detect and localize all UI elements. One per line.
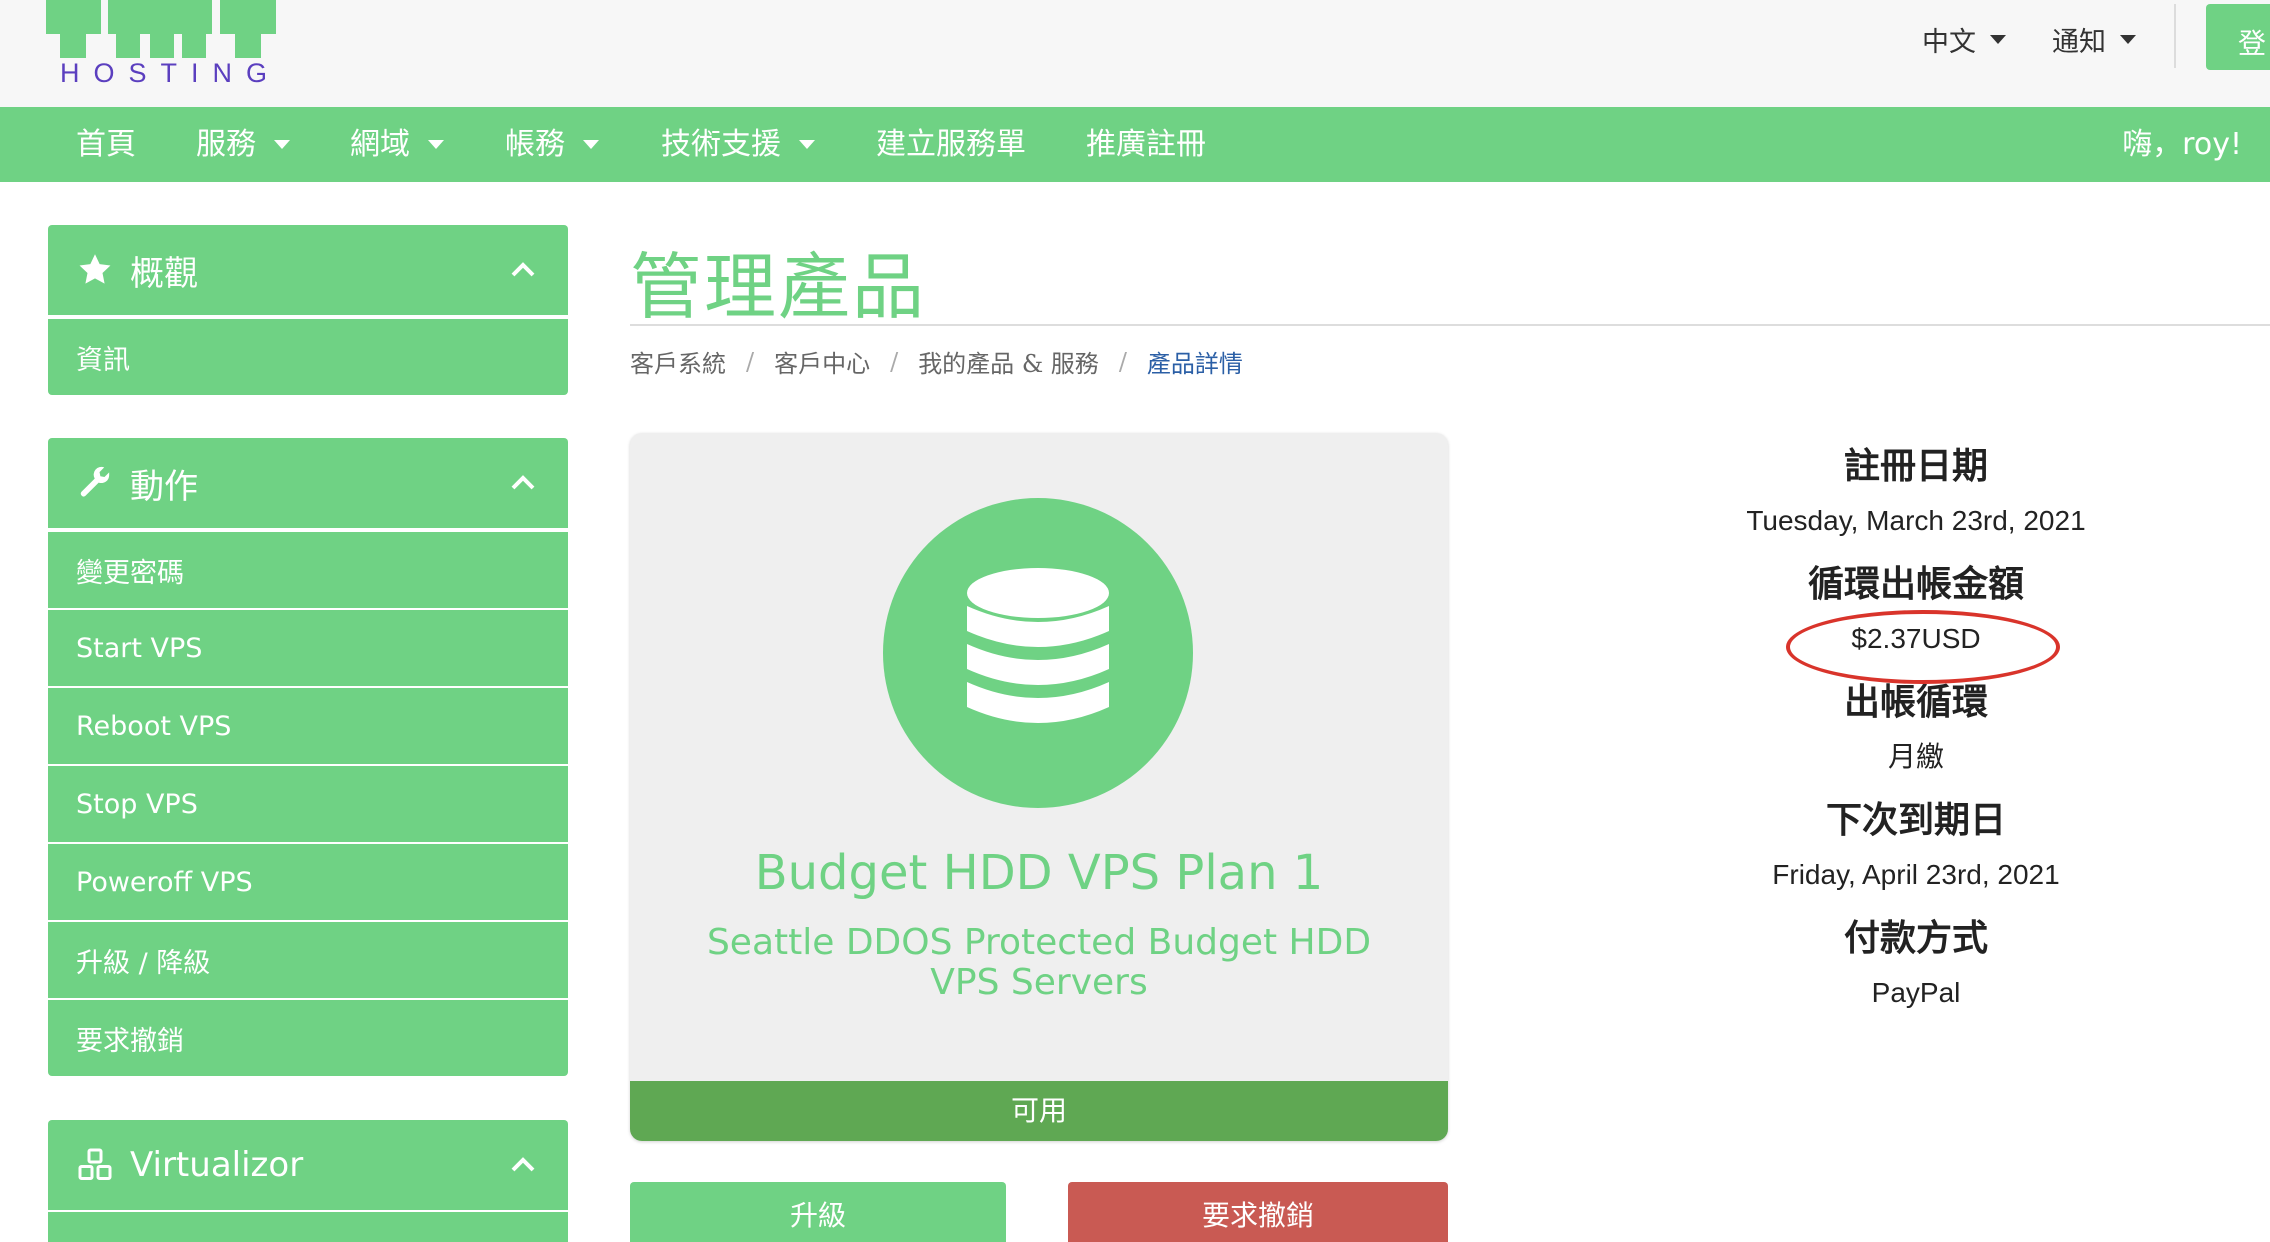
registration-date-value: Tuesday, March 23rd, 2021 [1746,505,2086,536]
site-logo[interactable]: HOSTING [46,0,276,100]
chevron-down-icon [274,140,290,149]
sidebar-item-request-cancellation[interactable]: 要求撤銷 [48,998,568,1076]
sidebar-item-reboot-vps[interactable]: Reboot VPS [48,686,568,764]
breadcrumb-my-services[interactable]: 我的產品 & 服務 [918,344,1099,379]
database-icon [967,568,1109,723]
sidebar-item-label: 資訊 [76,344,130,376]
sidebar-item-change-password[interactable]: 變更密碼 [48,530,568,608]
language-dropdown[interactable]: 中文 [1922,20,2006,59]
sidebar-item-label: 升級 / 降級 [76,947,211,979]
chevron-down-icon [799,140,815,149]
sidebar-item-start-vps[interactable]: Start VPS [48,608,568,686]
product-card: Budget HDD VPS Plan 1 Seattle DDOS Prote… [630,433,1448,1141]
chevron-down-icon [583,140,599,149]
sidebar-item-label: 要求撤銷 [76,1025,184,1057]
cubes-icon [76,1146,114,1184]
sidebar-panel-virtualizor: Virtualizor [48,1120,568,1242]
panel-title: 概觀 [130,253,198,294]
top-header: HOSTING 中文 通知 登入 [0,0,2270,107]
nav-item-label: 首頁 [76,127,136,162]
product-details: 註冊日期 Tuesday, March 23rd, 2021 循環出帳金額 $2… [1666,440,2166,1030]
sidebar-item-poweroff-vps[interactable]: Poweroff VPS [48,842,568,920]
panel-header-virtualizor[interactable]: Virtualizor [48,1120,568,1212]
panel-title: 動作 [130,466,198,507]
breadcrumb-separator: / [890,347,899,376]
status-badge: 可用 [630,1081,1448,1141]
payment-method-label: 付款方式 [1843,918,1988,959]
recurring-amount-label: 循環出帳金額 [1807,564,2024,605]
nav-item-affiliates[interactable]: 推廣註冊 [1086,107,1206,182]
nav-item-billing[interactable]: 帳務 [505,107,599,182]
notifications-dropdown[interactable]: 通知 [2052,20,2136,59]
upgrade-button[interactable]: 升級 [630,1182,1006,1242]
nav-item-label: 帳務 [505,127,565,162]
breadcrumb-client-center[interactable]: 客戶中心 [774,344,870,379]
product-icon-circle [883,498,1193,808]
breadcrumb-separator: / [1118,347,1127,376]
nav-item-services[interactable]: 服務 [196,107,290,182]
nav-item-label: 服務 [196,127,256,162]
logo-mark [46,0,276,60]
panel-title: Virtualizor [130,1145,304,1185]
payment-method-value: PayPal [1871,977,1961,1008]
nav-item-label: 建立服務單 [876,127,1026,162]
wrench-icon [76,464,114,502]
star-icon [76,251,114,289]
sidebar-item-label: Poweroff VPS [76,866,253,898]
chevron-up-icon [511,1157,535,1172]
nav-item-support[interactable]: 技術支援 [661,107,815,182]
nav-item-label: 技術支援 [661,127,781,162]
logo-text: HOSTING [60,58,282,88]
sidebar-item-label: Stop VPS [76,788,198,820]
sidebar-item-label: 變更密碼 [76,557,184,589]
page-title: 管理產品 [630,245,927,329]
main-nav: 首頁 服務 網域 帳務 技術支援 建立服務單 推廣註冊 嗨，roy! [0,107,2270,182]
nav-item-label: 網域 [350,127,410,162]
chevron-up-icon [511,475,535,490]
chevron-down-icon [1990,35,2006,44]
notifications-label: 通知 [2052,27,2106,58]
amount-highlight-annotation [1786,610,2060,684]
sidebar-item-upgrade-downgrade[interactable]: 升級 / 降級 [48,920,568,998]
panel-header-overview[interactable]: 概觀 [48,225,568,317]
user-greeting[interactable]: 嗨，roy! [2122,107,2242,182]
panel-header-actions[interactable]: 動作 [48,438,568,530]
sidebar-panel-overview: 概觀 資訊 [48,225,568,395]
sidebar-item-label: Reboot VPS [76,710,232,742]
next-due-date-value: Friday, April 23rd, 2021 [1772,859,2060,890]
title-divider [630,324,2270,326]
product-name: Budget HDD VPS Plan 1 [754,845,1324,901]
billing-cycle-value: 月繳 [1887,740,1944,773]
nav-item-home[interactable]: 首頁 [76,107,136,182]
billing-cycle-label: 出帳循環 [1843,682,1988,723]
header-divider [2174,4,2176,68]
sidebar-item-label: Start VPS [76,632,203,664]
sidebar-panel-actions: 動作 變更密碼 Start VPS Reboot VPS Stop VPS Po… [48,438,568,1076]
request-cancellation-button[interactable]: 要求撤銷 [1068,1182,1448,1242]
product-description: Seattle DDOS Protected Budget HDD VPS Se… [706,922,1372,1003]
registration-date-label: 註冊日期 [1843,446,1988,487]
nav-item-open-ticket[interactable]: 建立服務單 [876,107,1026,182]
breadcrumb-client-area[interactable]: 客戶系統 [630,344,726,379]
breadcrumb-current: 產品詳情 [1146,350,1243,378]
language-label: 中文 [1922,27,1976,58]
chevron-down-icon [428,140,444,149]
next-due-date-label: 下次到期日 [1825,800,2006,841]
chevron-up-icon [511,262,535,277]
breadcrumb: 客戶系統 / 客戶中心 / 我的產品 & 服務 / 產品詳情 [630,344,1243,379]
sidebar-item-stop-vps[interactable]: Stop VPS [48,764,568,842]
nav-item-label: 推廣註冊 [1086,127,1206,162]
chevron-down-icon [2120,35,2136,44]
login-button[interactable]: 登入 [2206,4,2270,70]
nav-item-domains[interactable]: 網域 [350,107,444,182]
sidebar-item-information[interactable]: 資訊 [48,317,568,395]
breadcrumb-separator: / [746,347,755,376]
